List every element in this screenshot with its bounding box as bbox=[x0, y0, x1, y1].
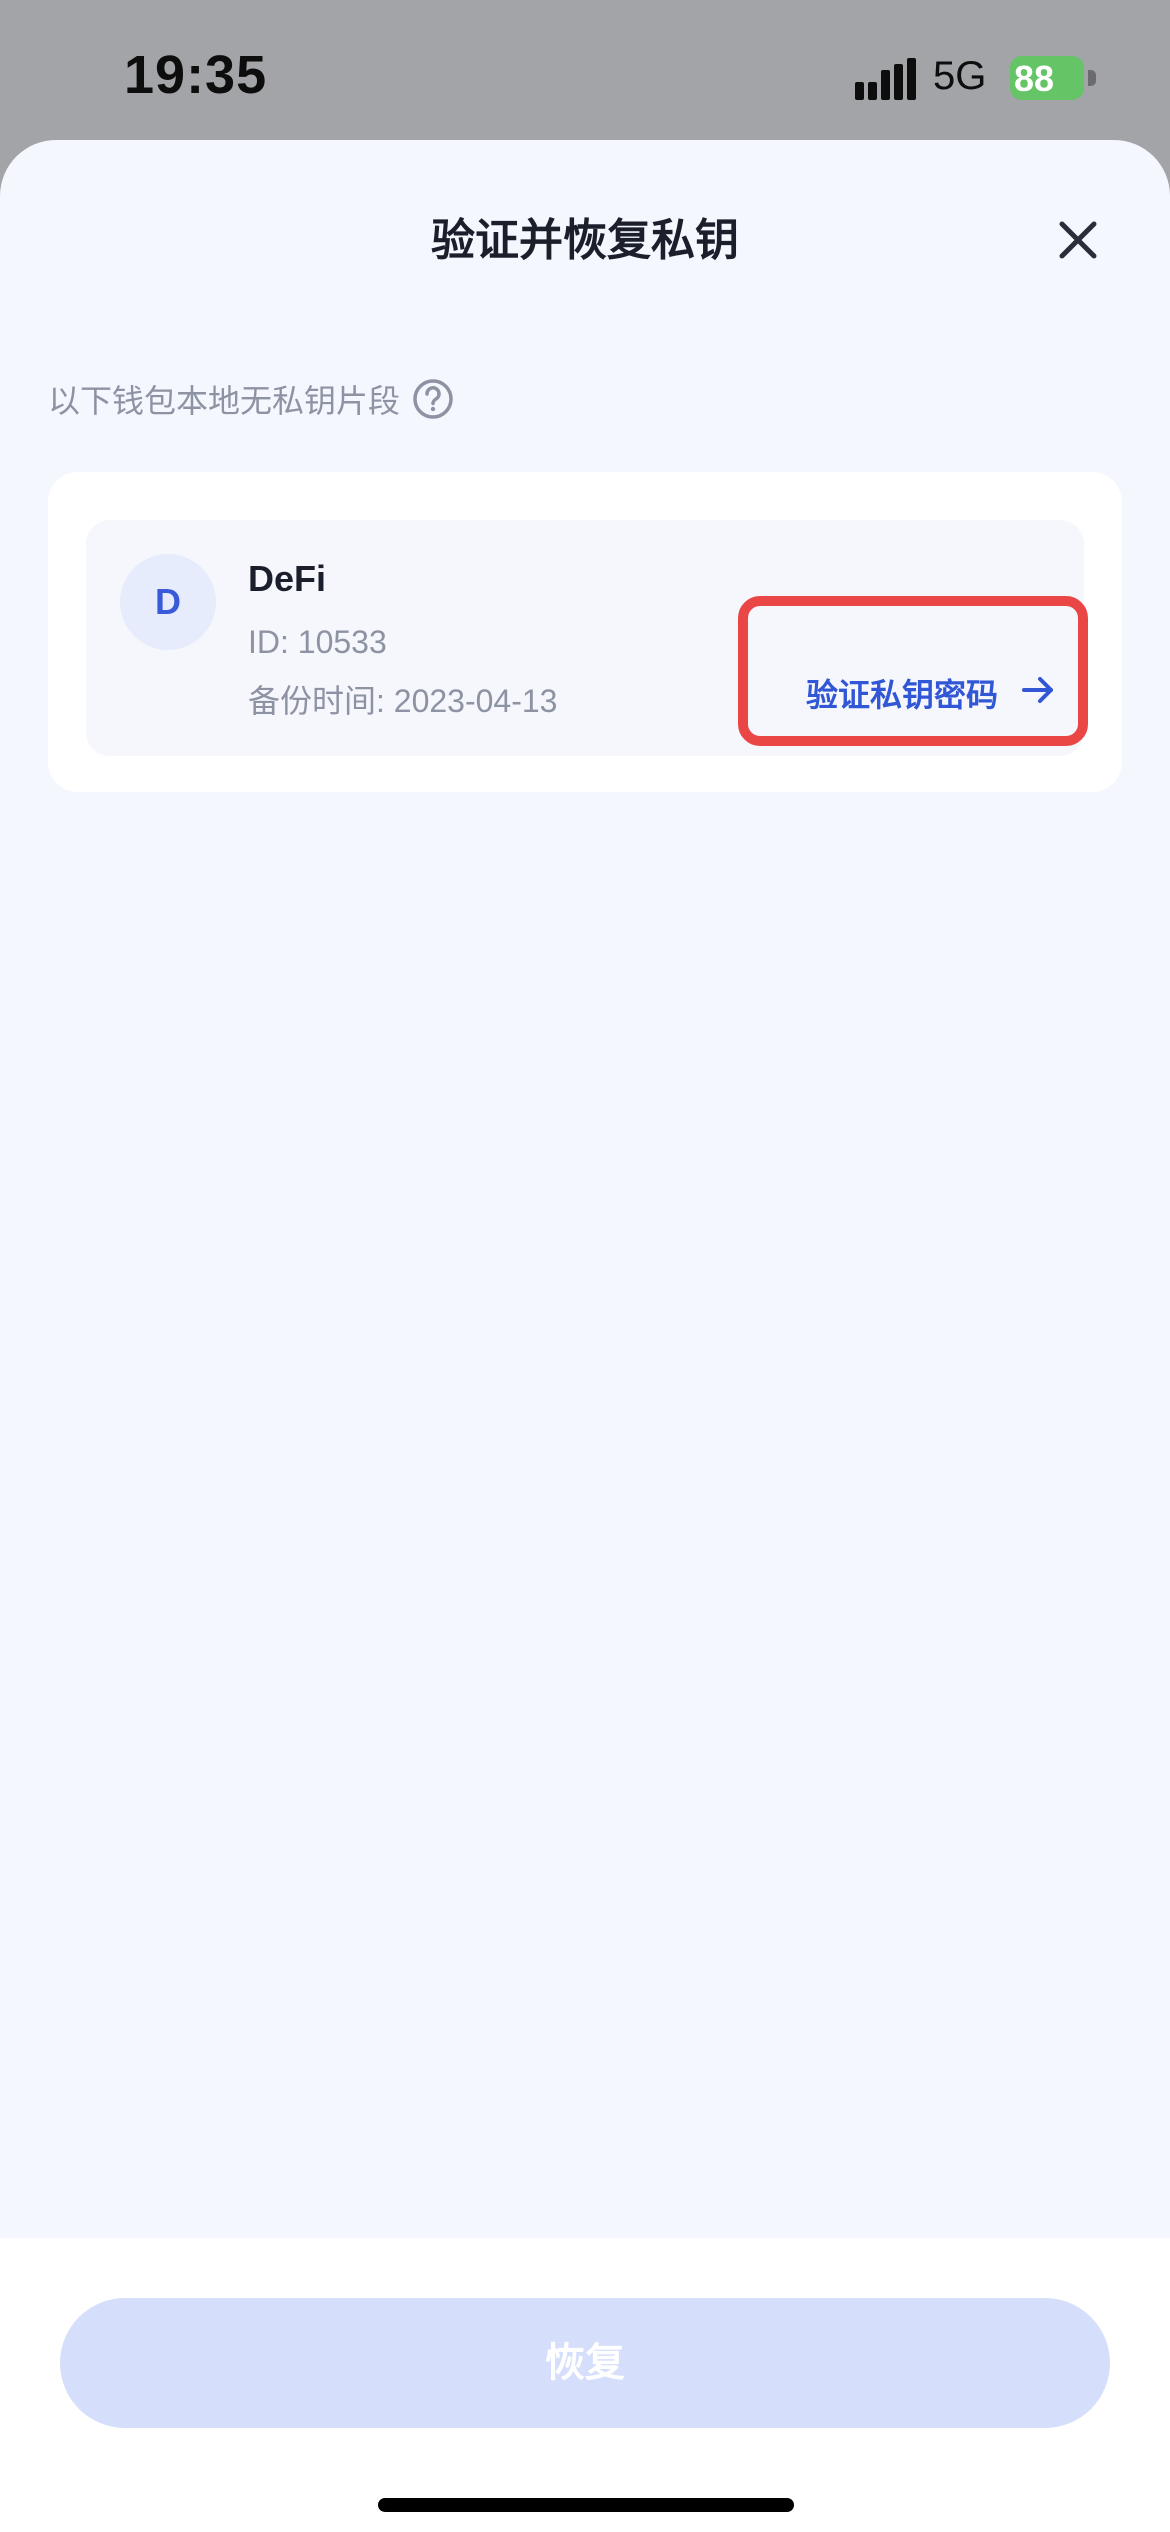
wallet-name: DeFi bbox=[248, 558, 327, 599]
signal-icon bbox=[855, 58, 916, 100]
help-icon[interactable] bbox=[412, 378, 454, 420]
restore-button[interactable]: 恢复 bbox=[60, 2298, 1110, 2428]
home-indicator[interactable] bbox=[378, 2498, 794, 2512]
sheet-title: 验证并恢复私钥 bbox=[431, 216, 739, 265]
network-type: 5G bbox=[933, 54, 987, 98]
status-bar: 19:35 5G 88 bbox=[0, 0, 1170, 150]
arrow-right-icon bbox=[1022, 677, 1053, 703]
close-icon[interactable] bbox=[1050, 212, 1106, 268]
bottom-sheet: 验证并恢复私钥 以下钱包本地无私钥片段 D DeFi ID: 10533 备份时… bbox=[0, 140, 1170, 2532]
wallet-backup-time: 备份时间: 2023-04-13 bbox=[248, 683, 558, 719]
wallet-id: ID: 10533 bbox=[248, 624, 387, 660]
status-time: 19:35 bbox=[124, 45, 268, 105]
section-label: 以下钱包本地无私钥片段 bbox=[48, 383, 401, 419]
wallet-avatar: D bbox=[120, 554, 216, 650]
battery-icon: 88 bbox=[1010, 56, 1096, 100]
footer-bar: 恢复 bbox=[0, 2238, 1170, 2532]
verify-password-button[interactable]: 验证私钥密码 bbox=[738, 596, 1088, 746]
verify-password-label: 验证私钥密码 bbox=[806, 677, 999, 713]
battery-level: 88 bbox=[1014, 58, 1055, 99]
